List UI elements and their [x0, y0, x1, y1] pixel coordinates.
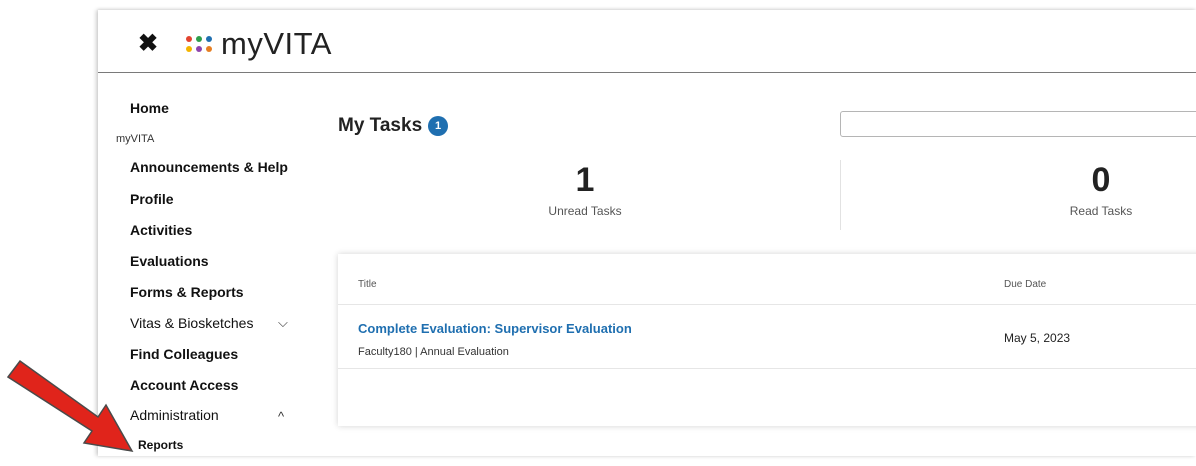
annotation-arrow-icon [6, 359, 134, 452]
stat-read-label: Read Tasks [1069, 204, 1133, 218]
task-count-badge: 1 [428, 116, 448, 136]
search-input[interactable] [840, 111, 1196, 137]
sidebar-item-home[interactable]: Home [130, 100, 169, 116]
sidebar-item-administration[interactable]: Administration [130, 407, 219, 423]
divider [338, 368, 1196, 369]
sidebar-item-vitas[interactable]: Vitas & Biosketches [130, 315, 253, 331]
column-header-title[interactable]: Title [358, 279, 377, 290]
divider [338, 304, 1196, 305]
stat-unread[interactable]: 1 Unread Tasks [460, 160, 710, 218]
column-header-due-date[interactable]: Due Date [1004, 279, 1046, 290]
task-table: Title Due Date Complete Evaluation: Supe… [338, 254, 1196, 426]
task-title-link[interactable]: Complete Evaluation: Supervisor Evaluati… [358, 321, 632, 336]
sidebar-item-find-colleagues[interactable]: Find Colleagues [130, 346, 238, 362]
task-subtitle: Faculty180 | Annual Evaluation [358, 346, 509, 358]
stat-read[interactable]: 0 Read Tasks [976, 160, 1196, 218]
logo-dots-icon [186, 35, 213, 53]
stat-unread-value: 1 [575, 161, 595, 199]
logo: myVITA [186, 26, 332, 62]
logo-text: myVITA [221, 26, 332, 61]
sidebar-item-forms-reports[interactable]: Forms & Reports [130, 284, 244, 300]
sidebar-item-evaluations[interactable]: Evaluations [130, 253, 209, 269]
app-window: ✖ myVITA Home myVITA Announcements & Hel… [98, 10, 1196, 456]
stat-divider [840, 160, 841, 230]
task-due-date: May 5, 2023 [1004, 331, 1071, 345]
sidebar-item-account-access[interactable]: Account Access [130, 377, 238, 393]
close-icon[interactable]: ✖ [138, 32, 160, 56]
sidebar-item-profile[interactable]: Profile [130, 191, 174, 207]
top-bar: ✖ myVITA [98, 10, 1196, 73]
stat-read-value: 0 [1091, 161, 1111, 199]
sidebar-section-label: myVITA [116, 133, 155, 145]
main-content: My Tasks 1 1 Unread Tasks 0 Read Tasks T… [308, 72, 1196, 456]
stat-unread-label: Unread Tasks [548, 204, 622, 218]
sidebar-item-activities[interactable]: Activities [130, 222, 192, 238]
chevron-down-icon[interactable]: ⌵ [278, 315, 288, 331]
sidebar-subitem-reports[interactable]: Reports [138, 438, 183, 452]
sidebar-item-announcements[interactable]: Announcements & Help [130, 159, 288, 175]
page-title: My Tasks [338, 115, 423, 136]
chevron-up-icon[interactable]: ^ [278, 409, 284, 424]
